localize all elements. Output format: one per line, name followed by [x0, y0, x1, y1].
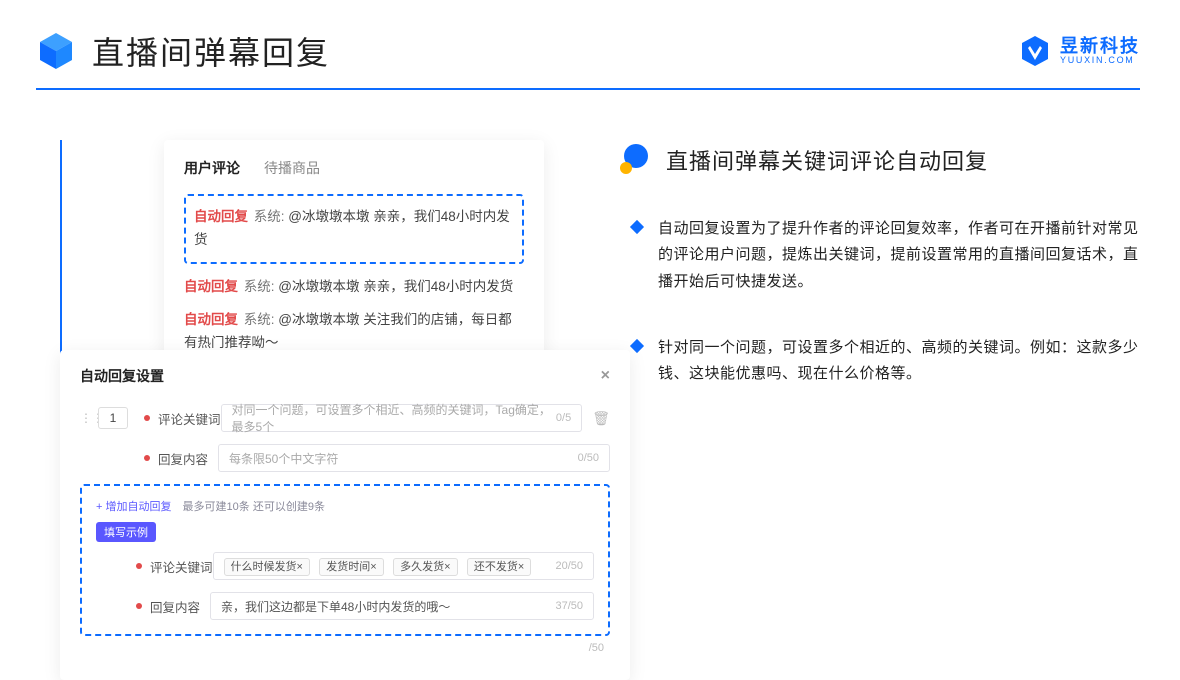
bullet-text: 自动回复设置为了提升作者的评论回复效率，作者可在开播前针对常见的评论用户问题，提… [658, 216, 1140, 295]
bullet-diamond-icon [630, 339, 644, 353]
tab-user-comments[interactable]: 用户评论 [184, 158, 240, 178]
keyword-label: 评论关键词 [158, 409, 221, 428]
comments-tabs: 用户评论 待播商品 [184, 158, 524, 178]
ex-reply-input[interactable]: 亲，我们这边都是下单48小时内发货的哦～ 37/50 [210, 592, 594, 620]
drag-handle-icon[interactable]: ⋮⋮ [80, 411, 90, 425]
rule-index: 1 [98, 407, 128, 429]
keyword-placeholder: 对同一个问题，可设置多个相近、高频的关键词，Tag确定，最多5个 [232, 401, 556, 435]
system-label: 系统: [254, 209, 285, 224]
brand-name-en: YUUXIN.COM [1060, 56, 1140, 65]
tab-pending-goods[interactable]: 待播商品 [264, 158, 320, 178]
hint-text: 最多可建10条 还可以创建9条 [183, 501, 325, 513]
slide-header: 直播间弹幕回复 昱新科技 YUUXIN.COM [0, 0, 1180, 82]
bubble-icon [620, 144, 652, 176]
auto-reply-settings-card: 自动回复设置 × ⋮⋮ 1 评论关键词 对同一个问题，可设置多个相近、高频的关键… [60, 350, 630, 680]
ex-reply-text: 亲，我们这边都是下单48小时内发货的哦～ [221, 598, 450, 615]
auto-reply-tag: 自动回复 [184, 312, 238, 327]
example-highlight: + 增加自动回复 最多可建10条 还可以创建9条 填写示例 评论关键词 什么时候… [80, 484, 610, 636]
reply-placeholder: 每条限50个中文字符 [229, 450, 338, 467]
explanation-panel: 直播间弹幕关键词评论自动回复 自动回复设置为了提升作者的评论回复效率，作者可在开… [620, 140, 1140, 500]
auto-reply-tag: 自动回复 [194, 209, 248, 224]
close-icon[interactable]: × [601, 367, 610, 385]
ex-keyword-input[interactable]: 什么时候发货× 发货时间× 多久发货× 还不发货× 20/50 [213, 552, 594, 580]
keyword-chip[interactable]: 发货时间× [319, 558, 383, 576]
keyword-input[interactable]: 对同一个问题，可设置多个相近、高频的关键词，Tag确定，最多5个 0/5 [221, 404, 583, 432]
keyword-chip[interactable]: 什么时候发货× [224, 558, 310, 576]
outer-count: /50 [80, 636, 610, 654]
bullet-item: 针对同一个问题，可设置多个相近的、高频的关键词。例如：这款多少钱、这块能优惠吗、… [620, 335, 1140, 388]
reply-input[interactable]: 每条限50个中文字符 0/50 [218, 444, 610, 472]
ex-reply-count: 37/50 [555, 600, 583, 612]
section-heading: 直播间弹幕关键词评论自动回复 [666, 144, 988, 176]
highlight-comment: 自动回复 系统: @冰墩墩本墩 亲亲，我们48小时内发货 [184, 194, 524, 264]
brand-name-cn: 昱新科技 [1060, 37, 1140, 56]
system-label: 系统: [244, 279, 275, 294]
system-label: 系统: [244, 312, 275, 327]
brand-logo: 昱新科技 YUUXIN.COM [1018, 34, 1140, 68]
ex-reply-label: 回复内容 [150, 597, 210, 616]
required-dot-icon [136, 603, 142, 609]
comments-card: 用户评论 待播商品 自动回复 系统: @冰墩墩本墩 亲亲，我们48小时内发货 自… [164, 140, 544, 377]
example-badge: 填写示例 [96, 522, 156, 542]
required-dot-icon [144, 415, 150, 421]
comment-line: 自动回复 系统: @冰墩墩本墩 亲亲，我们48小时内发货 [184, 276, 524, 299]
reply-label: 回复内容 [158, 449, 218, 468]
ex-keyword-count: 20/50 [555, 560, 583, 572]
keyword-chip[interactable]: 多久发货× [393, 558, 457, 576]
cube-icon [36, 31, 76, 71]
screenshot-stack: 用户评论 待播商品 自动回复 系统: @冰墩墩本墩 亲亲，我们48小时内发货 自… [60, 140, 560, 500]
required-dot-icon [144, 455, 150, 461]
required-dot-icon [136, 563, 142, 569]
comment-text: @冰墩墩本墩 亲亲，我们48小时内发货 [278, 279, 513, 294]
bullet-diamond-icon [630, 220, 644, 234]
comment-line: 自动回复 系统: @冰墩墩本墩 关注我们的店铺，每日都有热门推荐呦～ [184, 309, 524, 355]
keyword-chip[interactable]: 还不发货× [467, 558, 531, 576]
ex-keyword-label: 评论关键词 [150, 557, 213, 576]
keyword-count: 0/5 [556, 412, 571, 424]
auto-reply-tag: 自动回复 [184, 279, 238, 294]
reply-count: 0/50 [578, 452, 599, 464]
popup-title: 自动回复设置 [80, 366, 164, 386]
bullet-item: 自动回复设置为了提升作者的评论回复效率，作者可在开播前针对常见的评论用户问题，提… [620, 216, 1140, 295]
add-auto-reply-link[interactable]: + 增加自动回复 [96, 501, 171, 513]
delete-icon[interactable]: 🗑 [592, 410, 610, 427]
bullet-text: 针对同一个问题，可设置多个相近的、高频的关键词。例如：这款多少钱、这块能优惠吗、… [658, 335, 1140, 388]
comment-line: 自动回复 系统: @冰墩墩本墩 亲亲，我们48小时内发货 [194, 206, 514, 252]
slide-title: 直播间弹幕回复 [92, 28, 330, 74]
